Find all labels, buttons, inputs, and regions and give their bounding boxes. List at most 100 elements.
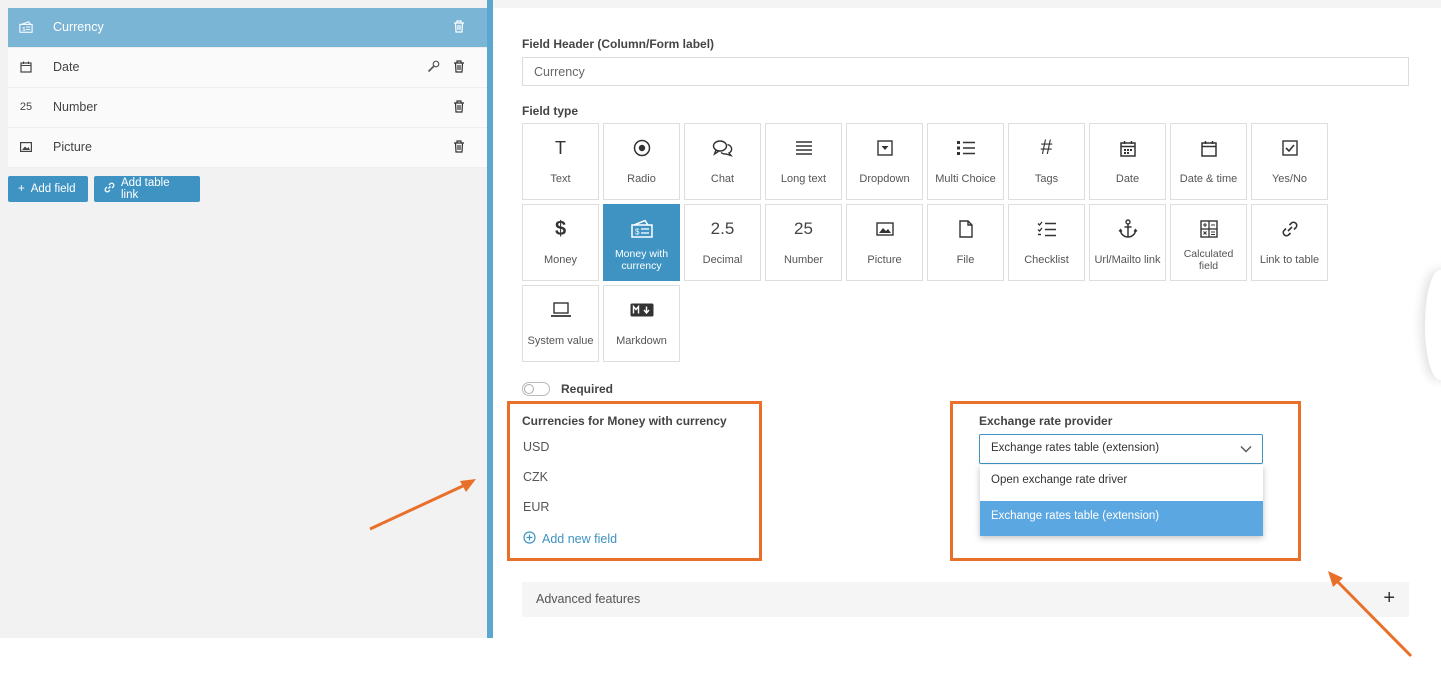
calculator-icon (1171, 218, 1246, 240)
type-calculated-field[interactable]: Calculated field (1170, 204, 1247, 281)
plus-icon[interactable]: + (1383, 587, 1395, 610)
type-number[interactable]: 25 Number (765, 204, 842, 281)
checklist-icon (1009, 218, 1084, 240)
type-label: Markdown (616, 335, 667, 347)
list-icon (928, 137, 1003, 159)
trash-icon[interactable] (453, 100, 467, 114)
type-money-with-currency[interactable]: $ Money with currency (603, 204, 680, 281)
add-table-link-button[interactable]: Add table link (94, 176, 200, 202)
markdown-icon (604, 299, 679, 321)
panel-divider[interactable] (487, 0, 493, 638)
type-markdown[interactable]: Markdown (603, 285, 680, 362)
provider-select-value: Exchange rates table (extension) (991, 442, 1160, 454)
field-item-number[interactable]: 25 Number (8, 88, 487, 128)
type-label: Multi Choice (935, 173, 996, 185)
svg-text:$: $ (635, 228, 640, 237)
type-tags[interactable]: # Tags (1008, 123, 1085, 200)
type-label: Url/Mailto link (1094, 254, 1161, 266)
type-label: Number (783, 254, 824, 266)
provider-label: Exchange rate provider (979, 414, 1113, 428)
trash-icon[interactable] (453, 60, 467, 74)
type-label: Decimal (702, 254, 743, 266)
add-field-label: Add field (30, 183, 76, 195)
picture-icon (19, 140, 33, 154)
type-date[interactable]: Date (1089, 123, 1166, 200)
field-header-label: Field Header (Column/Form label) (522, 37, 715, 51)
field-item-label: Currency (53, 20, 104, 34)
type-system-value[interactable]: System value (522, 285, 599, 362)
currency-usd[interactable]: USD (523, 440, 549, 454)
svg-text:$: $ (23, 27, 26, 33)
type-label: System value (527, 335, 594, 347)
type-label: Radio (627, 173, 656, 185)
type-link-to-table[interactable]: Link to table (1251, 204, 1328, 281)
calendar-icon (1171, 137, 1246, 159)
advanced-features-bar[interactable]: Advanced features + (522, 582, 1409, 617)
field-type-label: Field type (522, 104, 579, 118)
currencies-label: Currencies for Money with currency (522, 414, 727, 428)
type-yes-no[interactable]: Yes/No (1251, 123, 1328, 200)
type-label: Date (1115, 173, 1140, 185)
type-date-time[interactable]: Date & time (1170, 123, 1247, 200)
text-icon: T (555, 137, 566, 158)
anchor-icon (1090, 218, 1165, 240)
currency-eur[interactable]: EUR (523, 500, 549, 514)
link-icon (104, 182, 115, 196)
field-list-panel: $ Currency Date 25 Number Picture + Add … (0, 0, 487, 638)
field-list: $ Currency Date 25 Number Picture (8, 8, 487, 168)
field-item-picture[interactable]: Picture (8, 128, 487, 168)
type-label: Text (550, 173, 571, 185)
type-long-text[interactable]: Long text (765, 123, 842, 200)
currency-czk[interactable]: CZK (523, 470, 548, 484)
top-strip (493, 0, 1441, 8)
hash-icon: # (1040, 136, 1053, 159)
type-label: Money with currency (614, 248, 669, 272)
number-icon: 25 (794, 219, 813, 238)
type-chat[interactable]: Chat (684, 123, 761, 200)
add-new-field-label: Add new field (542, 532, 618, 546)
advanced-features-label: Advanced features (536, 592, 641, 606)
calendar-icon (19, 60, 33, 74)
type-picture[interactable]: Picture (846, 204, 923, 281)
money-currency-icon: $ (19, 20, 33, 34)
type-checklist[interactable]: Checklist (1008, 204, 1085, 281)
wrench-icon[interactable] (427, 60, 441, 74)
type-label: Chat (710, 173, 735, 185)
type-dropdown[interactable]: Dropdown (846, 123, 923, 200)
trash-icon[interactable] (453, 140, 467, 154)
required-toggle[interactable] (522, 382, 550, 396)
dropdown-icon (847, 137, 922, 159)
chat-icon (685, 137, 760, 159)
field-item-label: Date (53, 60, 80, 74)
field-item-currency[interactable]: $ Currency (8, 8, 487, 48)
type-text[interactable]: T Text (522, 123, 599, 200)
type-money[interactable]: $ Money (522, 204, 599, 281)
type-label: Long text (780, 173, 827, 185)
add-table-link-label: Add table link (121, 177, 170, 201)
laptop-icon (523, 299, 598, 321)
type-radio[interactable]: Radio (603, 123, 680, 200)
plus-icon: + (18, 183, 25, 195)
add-field-button[interactable]: + Add field (8, 176, 88, 202)
field-item-date[interactable]: Date (8, 48, 487, 88)
type-url-mailto-link[interactable]: Url/Mailto link (1089, 204, 1166, 281)
trash-icon[interactable] (453, 20, 467, 34)
number-icon: 25 (19, 101, 33, 113)
add-new-field-link[interactable]: Add new field (523, 531, 617, 547)
provider-select[interactable]: Exchange rates table (extension) (979, 434, 1263, 464)
field-header-input[interactable]: Currency (522, 57, 1409, 86)
type-file[interactable]: File (927, 204, 1004, 281)
plus-circle-icon (523, 531, 536, 547)
edge-shadow (1425, 270, 1441, 380)
calendar-icon (1090, 137, 1165, 159)
provider-option-selected[interactable]: Exchange rates table (extension) (980, 501, 1263, 536)
type-multi-choice[interactable]: Multi Choice (927, 123, 1004, 200)
dollar-icon: $ (554, 217, 567, 240)
file-icon (928, 218, 1003, 240)
type-label: Picture (867, 254, 902, 266)
type-label: Dropdown (859, 173, 910, 185)
required-label: Required (561, 382, 614, 396)
provider-option[interactable]: Open exchange rate driver (980, 465, 1263, 500)
type-decimal[interactable]: 2.5 Decimal (684, 204, 761, 281)
checkbox-icon (1252, 137, 1327, 159)
